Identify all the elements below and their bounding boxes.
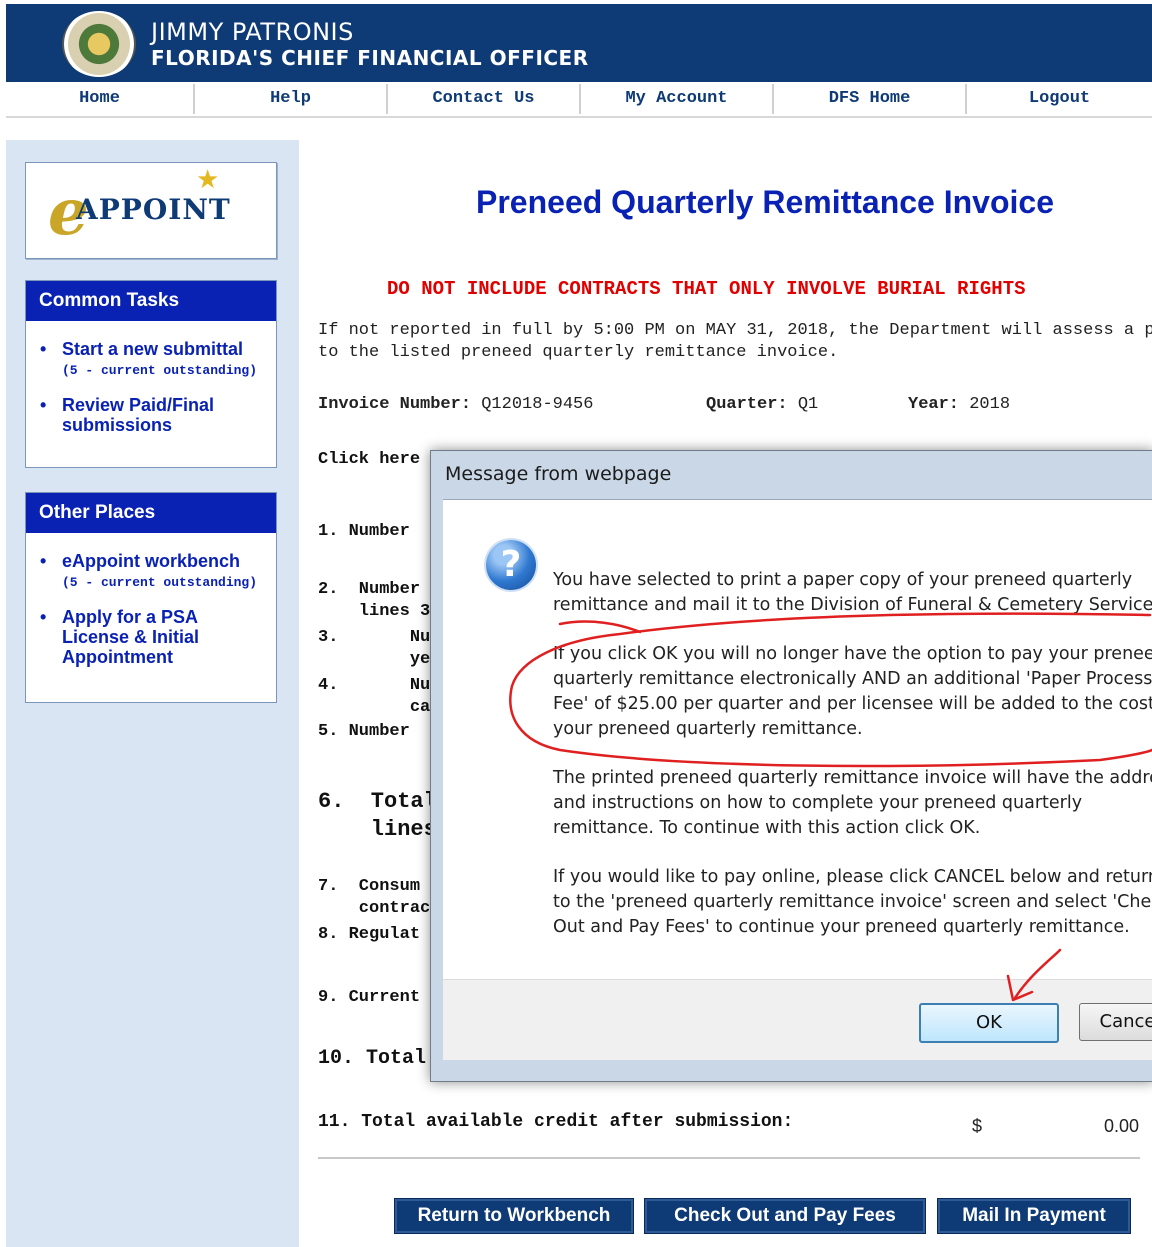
line-7: 7. Consum contrac <box>318 876 430 920</box>
common-tasks-panel: Common Tasks • Start a new submittal (5 … <box>25 280 277 468</box>
nav-my-account[interactable]: My Account <box>581 84 774 114</box>
invoice-label: Invoice Number: <box>318 395 472 414</box>
mail-in-payment-button[interactable]: Mail In Payment <box>937 1198 1131 1234</box>
place-label-line2[interactable]: License & Initial <box>62 627 199 647</box>
line-9: 9. Current <box>318 988 421 1007</box>
penalty-notice: If not reported in full by 5:00 PM on MA… <box>318 320 1152 364</box>
return-to-workbench-button[interactable]: Return to Workbench <box>394 1198 634 1234</box>
check-out-pay-fees-button[interactable]: Check Out and Pay Fees <box>644 1198 926 1234</box>
place-apply-psa-license[interactable]: • Apply for a PSA License & Initial Appo… <box>26 607 276 667</box>
invoice-value: Q12018-9456 <box>481 395 594 414</box>
credit-currency: $ <box>972 1116 983 1136</box>
msg-line: quarterly remittance electronically AND … <box>553 669 1152 689</box>
cancel-button[interactable]: Cancel <box>1079 1003 1152 1041</box>
notice-line-2: to the listed preneed quarterly remittan… <box>318 343 839 362</box>
bullet-icon: • <box>40 607 47 627</box>
msg-line: to the 'preneed quarterly remittance inv… <box>553 892 1152 912</box>
notice-line-1: If not reported in full by 5:00 PM on MA… <box>318 321 1152 340</box>
line-2b: lines 3 <box>318 602 431 621</box>
other-places-panel: Other Places • eAppoint workbench (5 - c… <box>25 492 277 703</box>
task-label[interactable]: Review Paid/Final <box>62 395 214 415</box>
nav-contact-us[interactable]: Contact Us <box>388 84 581 114</box>
bullet-icon: • <box>40 551 47 571</box>
msg-line: If you click OK you will no longer have … <box>553 644 1152 664</box>
year-label: Year: <box>908 395 960 414</box>
msg-line: remittance. To continue with this action… <box>553 818 981 838</box>
site-header: JIMMY PATRONIS FLORIDA'S CHIEF FINANCIAL… <box>6 4 1152 82</box>
dialog-paragraph-4: If you would like to pay online, please … <box>553 865 1152 940</box>
msg-line: If you would like to pay online, please … <box>553 867 1152 887</box>
line-3: 3. Nu ye <box>318 627 430 671</box>
quarter-label: Quarter: <box>706 395 788 414</box>
bullet-icon: • <box>40 395 47 415</box>
msg-line: You have selected to print a paper copy … <box>553 570 1133 590</box>
task-start-new-submittal[interactable]: • Start a new submittal (5 - current out… <box>26 339 276 381</box>
nav-home[interactable]: Home <box>6 84 195 114</box>
florida-seal-logo <box>62 11 136 77</box>
line-2: 2. Number lines 3 <box>318 579 430 623</box>
star-icon: ★ <box>196 165 220 195</box>
dialog-paragraph-2: If you click OK you will no longer have … <box>553 642 1152 742</box>
header-name: JIMMY PATRONIS <box>151 18 354 46</box>
ok-button[interactable]: OK <box>919 1003 1059 1043</box>
place-sublabel: (5 - current outstanding) <box>62 575 258 590</box>
line-3b: ye <box>318 650 431 669</box>
place-label-line3[interactable]: Appointment <box>62 647 173 667</box>
bullet-icon: • <box>40 339 47 359</box>
line-2a: 2. Number <box>318 580 421 599</box>
task-sublabel: (5 - current outstanding) <box>62 363 258 378</box>
line-3a: 3. Nu <box>318 628 431 647</box>
task-review-paid-final[interactable]: • Review Paid/Final submissions <box>26 395 276 435</box>
task-label-line2[interactable]: submissions <box>62 415 172 435</box>
year: Year: 2018 <box>908 395 1010 414</box>
warning-text: DO NOT INCLUDE CONTRACTS THAT ONLY INVOL… <box>387 278 1026 300</box>
line-4: 4. Nu ca <box>318 675 430 719</box>
question-icon: ? <box>486 540 536 590</box>
credit-label: 11. Total available credit after submiss… <box>318 1112 794 1132</box>
credit-value: 0.00 <box>1104 1116 1140 1136</box>
logo-text: APPOINT <box>76 193 231 226</box>
invoice-number: Invoice Number: Q12018-9456 <box>318 395 593 414</box>
quarter-value: Q1 <box>797 395 819 414</box>
line-7a: 7. Consum <box>318 877 421 896</box>
common-tasks-title: Common Tasks <box>26 281 276 321</box>
nav-logout[interactable]: Logout <box>967 84 1152 114</box>
nav-dfs-home[interactable]: DFS Home <box>774 84 967 114</box>
msg-line: Out and Pay Fees' to continue your prene… <box>553 917 1130 937</box>
dialog-paragraph-1: You have selected to print a paper copy … <box>553 568 1152 618</box>
dialog-body: ? You have selected to print a paper cop… <box>443 499 1152 1060</box>
msg-line: The printed preneed quarterly remittance… <box>553 768 1152 788</box>
place-label[interactable]: eAppoint workbench <box>62 551 240 571</box>
line-10: 10. Total <box>318 1047 427 1070</box>
line-7b: contrac <box>318 899 431 918</box>
nav-help[interactable]: Help <box>195 84 388 114</box>
line-8: 8. Regulat <box>318 925 421 944</box>
msg-line: Fee' of $25.00 per quarter and per licen… <box>553 694 1152 714</box>
page-title: Preneed Quarterly Remittance Invoice <box>476 184 1054 220</box>
line-4a: 4. Nu <box>318 676 431 695</box>
line-4b: ca <box>318 698 431 717</box>
header-title: FLORIDA'S CHIEF FINANCIAL OFFICER <box>151 46 589 70</box>
quarter: Quarter: Q1 <box>706 395 818 414</box>
dialog-paragraph-3: The printed preneed quarterly remittance… <box>553 766 1152 841</box>
msg-line: and instructions on how to complete your… <box>553 793 1083 813</box>
dialog-title: Message from webpage <box>445 463 672 485</box>
msg-line: your preneed quarterly remittance. <box>553 719 863 739</box>
message-dialog: Message from webpage ? You have selected… <box>430 450 1152 1082</box>
top-nav: Home Help Contact Us My Account DFS Home… <box>6 84 1152 118</box>
task-label[interactable]: Start a new submittal <box>62 339 243 359</box>
line-5: 5. Number <box>318 722 410 741</box>
place-eappoint-workbench[interactable]: • eAppoint workbench (5 - current outsta… <box>26 551 276 593</box>
msg-line: remittance and mail it to the Division o… <box>553 595 1152 615</box>
line-1: 1. Number <box>318 522 410 541</box>
place-label[interactable]: Apply for a PSA <box>62 607 198 627</box>
divider <box>318 1157 1140 1159</box>
sidebar: e ★ APPOINT Common Tasks • Start a new s… <box>6 140 299 1247</box>
line-6a: 6. Total <box>318 789 437 814</box>
eappoint-logo[interactable]: e ★ APPOINT <box>25 162 277 259</box>
year-value: 2018 <box>969 395 1011 414</box>
other-places-title: Other Places <box>26 493 276 533</box>
